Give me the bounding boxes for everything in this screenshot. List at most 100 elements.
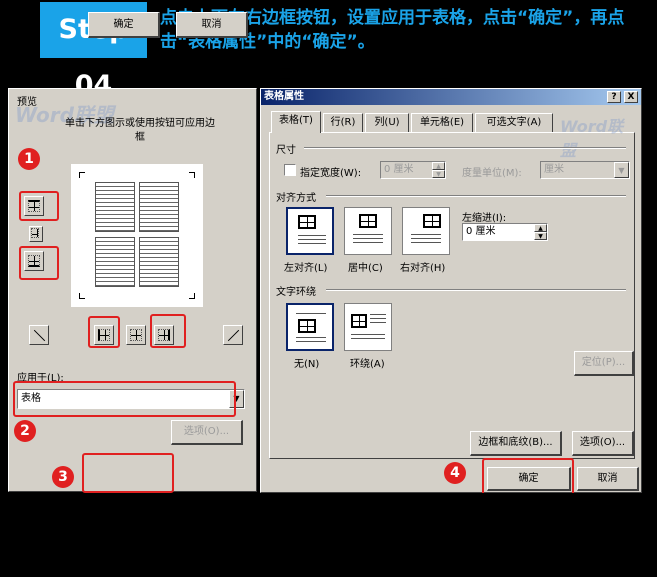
diagonal-down-icon <box>33 329 46 342</box>
diagonal-down-border-button[interactable] <box>29 325 49 345</box>
tab-alt-text[interactable]: 可选文字(A) <box>475 113 553 132</box>
tab-row[interactable]: 行(R) <box>323 113 363 132</box>
section-divider <box>304 147 626 149</box>
indent-label: 左缩进(I): <box>462 213 507 224</box>
borders-shading-button[interactable]: 边框和底纹(B)... <box>470 431 562 456</box>
align-center-option[interactable] <box>344 207 392 255</box>
callout-highlight-top-border <box>19 191 59 221</box>
diagonal-up-icon <box>227 329 240 342</box>
callout-highlight-right-ok <box>482 458 574 498</box>
callout-highlight-right-border <box>150 314 186 348</box>
inside-vertical-border-button[interactable] <box>126 325 146 345</box>
section-divider <box>326 289 626 291</box>
preferred-width-label: 指定宽度(W): <box>300 168 362 179</box>
text-lines-icon <box>370 314 386 315</box>
callout-highlight-left-border <box>88 316 120 348</box>
text-lines-icon <box>296 313 326 314</box>
text-lines-icon <box>353 238 383 239</box>
preferred-width-value: 0 厘米 <box>384 164 414 175</box>
indent-input[interactable]: 0 厘米 ▲ ▼ <box>462 223 548 241</box>
callout-number-4: 4 <box>444 462 466 484</box>
preview-corner-mark <box>189 172 195 178</box>
right-options-button[interactable]: 选项(O)... <box>572 431 634 456</box>
size-section-label: 尺寸 <box>276 145 296 156</box>
callout-number-3: 3 <box>52 466 74 488</box>
measure-label: 度量单位(M): <box>462 168 522 179</box>
inside-vertical-border-icon <box>130 329 142 341</box>
position-button[interactable]: 定位(P)... <box>574 351 634 376</box>
text-lines-icon <box>296 337 326 338</box>
preview-cell <box>139 237 179 287</box>
section-divider <box>326 195 626 197</box>
callout-highlight-apply-to <box>13 381 236 417</box>
indent-spinner[interactable]: ▲ ▼ <box>534 224 547 240</box>
preferred-width-input[interactable]: 0 厘米 ▲ ▼ <box>380 161 446 179</box>
alignment-section-label: 对齐方式 <box>276 193 316 204</box>
preview-corner-mark <box>79 172 85 178</box>
text-lines-icon <box>351 338 385 339</box>
preferred-width-checkbox[interactable] <box>284 164 296 176</box>
align-center-label: 居中(C) <box>348 263 383 274</box>
table-wrap-none-icon <box>298 319 316 333</box>
tab-column[interactable]: 列(U) <box>365 113 409 132</box>
preferred-width-spinner[interactable]: ▲ ▼ <box>432 162 445 178</box>
table-wrap-around-icon <box>351 314 367 328</box>
wrap-around-label: 环绕(A) <box>350 359 385 370</box>
text-lines-icon <box>411 238 441 239</box>
preview-corner-mark <box>189 293 195 299</box>
text-lines-icon <box>370 322 386 323</box>
text-lines-icon <box>353 234 383 235</box>
border-preview[interactable] <box>71 164 203 307</box>
table-properties-dialog: 表格属性 ? X 表格(T) 行(R) 列(U) 单元格(E) 可选文字(A) … <box>260 88 642 493</box>
tab-table[interactable]: 表格(T) <box>271 111 321 133</box>
table-tab-panel: Word联盟 尺寸 指定宽度(W): 0 厘米 ▲ ▼ 度量单位(M): 厘米 ▼… <box>269 117 635 459</box>
table-align-left-icon <box>298 215 316 229</box>
borders-dialog: 预览 Word联盟 单击下方图示或使用按钮可应用边框 应用于(L): 表格 ▼ … <box>8 88 257 492</box>
inside-horizontal-border-icon <box>31 228 39 238</box>
spinner-up-icon[interactable]: ▲ <box>432 162 445 170</box>
text-lines-icon <box>351 334 385 335</box>
align-right-label: 右对齐(H) <box>400 263 446 274</box>
spinner-up-icon[interactable]: ▲ <box>534 224 547 232</box>
measure-select[interactable]: 厘米 ▼ <box>540 161 630 179</box>
preview-cell <box>139 182 179 232</box>
wrap-none-option[interactable] <box>286 303 334 351</box>
tab-cell[interactable]: 单元格(E) <box>411 113 473 132</box>
callout-highlight-left-ok <box>82 453 174 493</box>
left-cancel-button[interactable]: 取消 <box>176 12 248 38</box>
callout-number-1: 1 <box>18 148 40 170</box>
text-lines-icon <box>298 235 326 236</box>
dialog-title-bar[interactable]: 表格属性 ? X <box>261 89 641 105</box>
right-cancel-button[interactable]: 取消 <box>577 467 639 491</box>
left-options-button[interactable]: 选项(O)... <box>171 420 243 445</box>
text-lines-icon <box>411 242 441 243</box>
preview-cell <box>95 182 135 232</box>
bottom-background <box>0 493 657 577</box>
spinner-down-icon[interactable]: ▼ <box>534 232 547 240</box>
text-lines-icon <box>298 239 326 240</box>
align-right-option[interactable] <box>402 207 450 255</box>
text-lines-icon <box>353 242 383 243</box>
watermark: Word联盟 <box>560 117 624 160</box>
callout-number-2: 2 <box>14 420 36 442</box>
close-button[interactable]: X <box>624 91 638 103</box>
indent-value: 0 厘米 <box>466 226 496 237</box>
align-left-option[interactable] <box>286 207 334 255</box>
wrap-around-option[interactable] <box>344 303 392 351</box>
preview-corner-mark <box>79 293 85 299</box>
inside-horizontal-border-button[interactable] <box>29 226 43 242</box>
measure-value: 厘米 <box>544 164 564 175</box>
dialog-title: 表格属性 <box>264 91 304 102</box>
wrap-none-label: 无(N) <box>294 359 320 370</box>
help-button[interactable]: ? <box>607 91 621 103</box>
spinner-down-icon[interactable]: ▼ <box>432 170 445 178</box>
text-lines-icon <box>411 234 441 235</box>
left-ok-button[interactable]: 确定 <box>88 12 160 38</box>
preview-cell <box>95 237 135 287</box>
text-lines-icon <box>298 243 326 244</box>
chevron-down-icon[interactable]: ▼ <box>614 162 629 178</box>
table-align-right-icon <box>423 214 441 228</box>
callout-highlight-bottom-border <box>19 246 59 280</box>
diagonal-up-border-button[interactable] <box>223 325 243 345</box>
table-align-center-icon <box>359 214 377 228</box>
